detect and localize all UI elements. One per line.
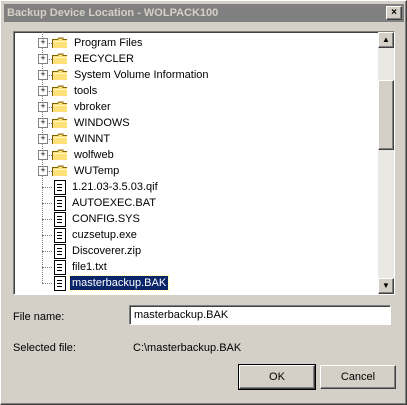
expand-folder-icon[interactable]: + [38, 38, 48, 48]
folder-icon [52, 133, 67, 144]
file-tree[interactable]: + Program Files + RECYCLER + System Volume In… [13, 31, 395, 295]
tree-folder-row[interactable]: + vbroker [14, 99, 378, 115]
scroll-thumb[interactable] [378, 80, 394, 150]
file-name-input[interactable] [129, 305, 391, 325]
file-icon [54, 180, 66, 195]
file-icon [54, 228, 66, 243]
file-icon [54, 212, 66, 227]
file-icon [54, 260, 66, 275]
folder-label[interactable]: WINDOWS [72, 116, 132, 130]
scroll-down-button[interactable]: ▼ [378, 278, 394, 294]
expand-folder-icon[interactable]: + [38, 54, 48, 64]
file-label[interactable]: file1.txt [70, 260, 109, 274]
expand-folder-icon[interactable]: + [38, 134, 48, 144]
expand-folder-icon[interactable]: + [38, 166, 48, 176]
file-label[interactable]: cuzsetup.exe [70, 228, 139, 242]
folder-icon [52, 37, 67, 48]
expand-folder-icon[interactable]: + [38, 150, 48, 160]
dialog-window: Backup Device Location - WOLPACK100 × + P… [0, 0, 407, 405]
expand-folder-icon[interactable]: + [38, 70, 48, 80]
ok-button[interactable]: OK [238, 364, 316, 390]
folder-label[interactable]: wolfweb [72, 148, 116, 162]
folder-label[interactable]: tools [72, 84, 99, 98]
scroll-up-button[interactable]: ▲ [378, 32, 394, 48]
folder-label[interactable]: WINNT [72, 132, 112, 146]
folder-label[interactable]: WUTemp [72, 164, 121, 178]
folder-icon [52, 69, 67, 80]
tree-branch-line [42, 203, 52, 204]
file-label[interactable]: Discoverer.zip [70, 244, 143, 258]
expand-folder-icon[interactable]: + [38, 86, 48, 96]
folder-icon [52, 117, 67, 128]
close-button[interactable]: × [386, 6, 402, 20]
file-label[interactable]: 1.21.03-3.5.03.qif [70, 180, 160, 194]
expand-folder-icon[interactable]: + [38, 118, 48, 128]
tree-file-row[interactable]: masterbackup.BAK [14, 275, 378, 291]
tree-folder-row[interactable]: + RECYCLER [14, 51, 378, 67]
folder-icon [52, 149, 67, 160]
tree-folder-row[interactable]: + Program Files [14, 35, 378, 51]
file-icon [54, 276, 66, 291]
selected-file-value: C:\masterbackup.BAK [133, 342, 242, 354]
tree-branch-line [42, 251, 52, 252]
tree-folder-row[interactable]: + System Volume Information [14, 67, 378, 83]
folder-label[interactable]: Program Files [72, 36, 144, 50]
tree-folder-row[interactable]: + WINDOWS [14, 115, 378, 131]
tree-file-row[interactable]: AUTOEXEC.BAT [14, 195, 378, 211]
tree-file-row[interactable]: 1.21.03-3.5.03.qif [14, 179, 378, 195]
title-bar[interactable]: Backup Device Location - WOLPACK100 × [4, 4, 404, 22]
tree-folder-row[interactable]: + WUTemp [14, 163, 378, 179]
folder-icon [52, 165, 67, 176]
folder-label[interactable]: System Volume Information [72, 68, 211, 82]
tree-file-row[interactable]: CONFIG.SYS [14, 211, 378, 227]
file-icon [54, 196, 66, 211]
file-label[interactable]: CONFIG.SYS [70, 212, 142, 226]
tree-folder-row[interactable]: + wolfweb [14, 147, 378, 163]
folder-label[interactable]: vbroker [72, 100, 113, 114]
selected-file-label: Selected file: [13, 342, 76, 354]
file-icon [54, 244, 66, 259]
tree-file-row[interactable]: Discoverer.zip [14, 243, 378, 259]
folder-label[interactable]: RECYCLER [72, 52, 136, 66]
tree-branch-line [42, 187, 52, 188]
file-label[interactable]: masterbackup.BAK [68, 275, 170, 291]
cancel-button[interactable]: Cancel [320, 365, 396, 389]
tree-file-row[interactable]: cuzsetup.exe [14, 227, 378, 243]
expand-folder-icon[interactable]: + [38, 102, 48, 112]
file-label[interactable]: AUTOEXEC.BAT [70, 196, 158, 210]
folder-icon [52, 101, 67, 112]
file-name-label: File name: [13, 311, 65, 323]
tree-file-row[interactable]: file1.txt [14, 259, 378, 275]
folder-icon [52, 85, 67, 96]
tree-branch-line [42, 235, 52, 236]
tree-rows: + Program Files + RECYCLER + System Volume In… [14, 32, 378, 294]
tree-folder-row[interactable]: + tools [14, 83, 378, 99]
window-title: Backup Device Location - WOLPACK100 [7, 7, 219, 19]
tree-branch-line [42, 283, 52, 284]
folder-icon [52, 53, 67, 64]
tree-branch-line [42, 267, 52, 268]
tree-branch-line [42, 219, 52, 220]
tree-folder-row[interactable]: + WINNT [14, 131, 378, 147]
vertical-scrollbar[interactable]: ▲ ▼ [378, 32, 394, 294]
